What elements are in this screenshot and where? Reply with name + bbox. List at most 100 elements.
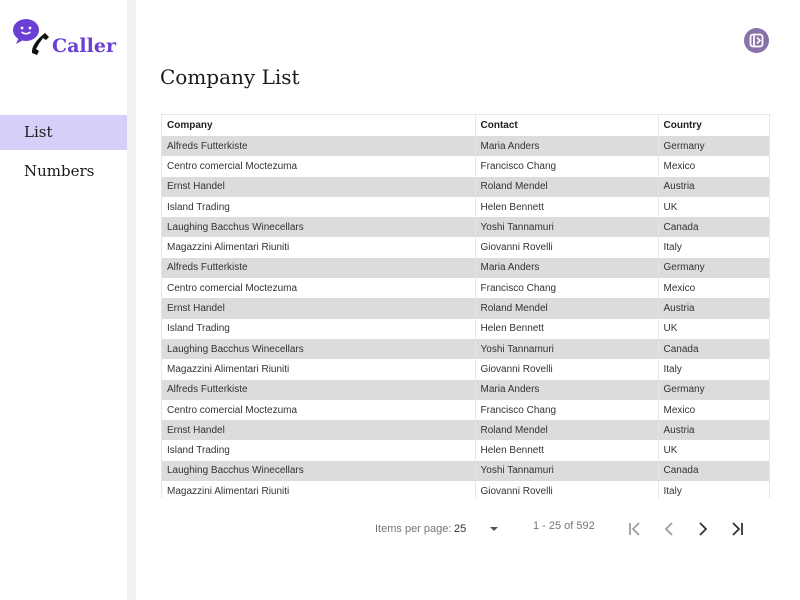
table-row[interactable]: Laughing Bacchus Winecellars Yoshi Tannam… xyxy=(162,338,769,360)
cell-country: Italy xyxy=(658,359,769,380)
cell-country: Austria xyxy=(658,420,769,441)
first-page-icon[interactable] xyxy=(624,518,646,540)
sidebar-divider xyxy=(127,0,136,600)
table-row[interactable]: Laughing Bacchus Winecellars Yoshi Tannam… xyxy=(162,217,769,238)
cell-contact: Roland Mendel xyxy=(475,298,659,319)
company-table: Company Contact Country Alfreds Futterki… xyxy=(161,114,770,498)
cell-country: UK xyxy=(658,196,769,218)
table-header-row: Company Contact Country xyxy=(162,115,769,136)
cell-company: Magazzini Alimentari Riuniti xyxy=(162,237,476,258)
cell-country: Germany xyxy=(658,257,769,279)
cell-company: Island Trading xyxy=(162,440,476,461)
table-row[interactable]: Magazzini Alimentari Riuniti Giovanni Rov… xyxy=(162,359,769,380)
cell-country: Italy xyxy=(658,481,769,498)
cell-company: Island Trading xyxy=(162,318,476,339)
cell-company: Laughing Bacchus Winecellars xyxy=(162,338,476,360)
paginator: Items per page: 25 1 - 25 of 592 xyxy=(136,514,800,544)
cell-country: Austria xyxy=(658,176,769,197)
table-row[interactable]: Ernst Handel Roland Mendel Austria xyxy=(162,176,769,197)
table-row[interactable]: Centro comercial Moctezuma Francisco Chan… xyxy=(162,156,769,177)
phone-icon xyxy=(31,33,49,55)
chevron-down-icon[interactable] xyxy=(486,524,502,534)
cell-contact: Yoshi Tannamuri xyxy=(475,338,659,360)
table-row[interactable]: Magazzini Alimentari Riuniti Giovanni Rov… xyxy=(162,481,769,498)
cell-country: UK xyxy=(658,440,769,461)
table-row[interactable]: Ernst Handel Roland Mendel Austria xyxy=(162,298,769,319)
cell-country: Italy xyxy=(658,237,769,258)
items-per-page-label: Items per page: xyxy=(375,523,452,535)
next-page-icon[interactable] xyxy=(692,518,714,540)
cell-country: Austria xyxy=(658,298,769,319)
cell-company: Alfreds Futterkiste xyxy=(162,379,476,400)
cell-country: Germany xyxy=(658,379,769,400)
cell-country: Mexico xyxy=(658,278,769,299)
table-row[interactable]: Laughing Bacchus Winecellars Yoshi Tannam… xyxy=(162,460,769,482)
main-content: Company List Company Contact Country Alf… xyxy=(136,0,800,600)
cell-company: Ernst Handel xyxy=(162,298,476,319)
page-size-select[interactable]: 25 xyxy=(454,523,466,535)
sidebar: Caller List Numbers xyxy=(0,0,128,600)
cell-contact: Roland Mendel xyxy=(475,420,659,441)
cell-company: Island Trading xyxy=(162,196,476,218)
cell-contact: Giovanni Rovelli xyxy=(475,481,659,498)
cell-company: Centro comercial Moctezuma xyxy=(162,399,476,421)
app-logo: Caller xyxy=(13,19,123,59)
table-row[interactable]: Alfreds Futterkiste Maria Anders Germany xyxy=(162,136,769,157)
table-row[interactable]: Ernst Handel Roland Mendel Austria xyxy=(162,420,769,441)
page-title: Company List xyxy=(160,65,300,89)
table-row[interactable]: Centro comercial Moctezuma Francisco Chan… xyxy=(162,278,769,299)
cell-country: UK xyxy=(658,318,769,339)
brand-name: Caller xyxy=(52,35,116,57)
table-row[interactable]: Island Trading Helen Bennett UK xyxy=(162,196,769,218)
cell-country: Mexico xyxy=(658,399,769,421)
cell-contact: Helen Bennett xyxy=(475,196,659,218)
cell-contact: Helen Bennett xyxy=(475,318,659,339)
cell-contact: Yoshi Tannamuri xyxy=(475,460,659,482)
cell-country: Canada xyxy=(658,217,769,238)
cell-contact: Francisco Chang xyxy=(475,278,659,299)
table-row[interactable]: Centro comercial Moctezuma Francisco Chan… xyxy=(162,399,769,421)
sidebar-item-numbers[interactable]: Numbers xyxy=(0,154,127,189)
cell-company: Magazzini Alimentari Riuniti xyxy=(162,359,476,380)
cell-company: Laughing Bacchus Winecellars xyxy=(162,217,476,238)
cell-contact: Francisco Chang xyxy=(475,399,659,421)
table-row[interactable]: Island Trading Helen Bennett UK xyxy=(162,440,769,461)
cell-contact: Giovanni Rovelli xyxy=(475,359,659,380)
column-header-company[interactable]: Company xyxy=(162,115,476,136)
cell-company: Centro comercial Moctezuma xyxy=(162,278,476,299)
cell-contact: Helen Bennett xyxy=(475,440,659,461)
sidebar-item-label: List xyxy=(24,123,53,141)
cell-company: Alfreds Futterkiste xyxy=(162,257,476,279)
cell-company: Magazzini Alimentari Riuniti xyxy=(162,481,476,498)
page-range-label: 1 - 25 of 592 xyxy=(533,520,595,532)
sidebar-item-label: Numbers xyxy=(24,162,95,180)
cell-contact: Maria Anders xyxy=(475,379,659,400)
logout-button[interactable] xyxy=(744,28,769,53)
table-row[interactable]: Alfreds Futterkiste Maria Anders Germany xyxy=(162,379,769,400)
previous-page-icon[interactable] xyxy=(658,518,680,540)
table-row[interactable]: Alfreds Futterkiste Maria Anders Germany xyxy=(162,257,769,279)
table-row[interactable]: Magazzini Alimentari Riuniti Giovanni Rov… xyxy=(162,237,769,258)
cell-company: Alfreds Futterkiste xyxy=(162,136,476,157)
table-row[interactable]: Island Trading Helen Bennett UK xyxy=(162,318,769,339)
cell-country: Mexico xyxy=(658,156,769,177)
cell-company: Ernst Handel xyxy=(162,176,476,197)
cell-contact: Maria Anders xyxy=(475,257,659,279)
cell-contact: Yoshi Tannamuri xyxy=(475,217,659,238)
cell-country: Germany xyxy=(658,136,769,157)
cell-contact: Maria Anders xyxy=(475,136,659,157)
cell-contact: Francisco Chang xyxy=(475,156,659,177)
cell-company: Laughing Bacchus Winecellars xyxy=(162,460,476,482)
logout-icon xyxy=(749,33,764,48)
sidebar-item-list[interactable]: List xyxy=(0,115,127,150)
cell-contact: Roland Mendel xyxy=(475,176,659,197)
sidebar-nav: List Numbers xyxy=(0,115,127,193)
cell-country: Canada xyxy=(658,338,769,360)
column-header-country[interactable]: Country xyxy=(658,115,769,136)
cell-country: Canada xyxy=(658,460,769,482)
cell-contact: Giovanni Rovelli xyxy=(475,237,659,258)
last-page-icon[interactable] xyxy=(726,518,748,540)
cell-company: Ernst Handel xyxy=(162,420,476,441)
column-header-contact[interactable]: Contact xyxy=(475,115,659,136)
cell-company: Centro comercial Moctezuma xyxy=(162,156,476,177)
